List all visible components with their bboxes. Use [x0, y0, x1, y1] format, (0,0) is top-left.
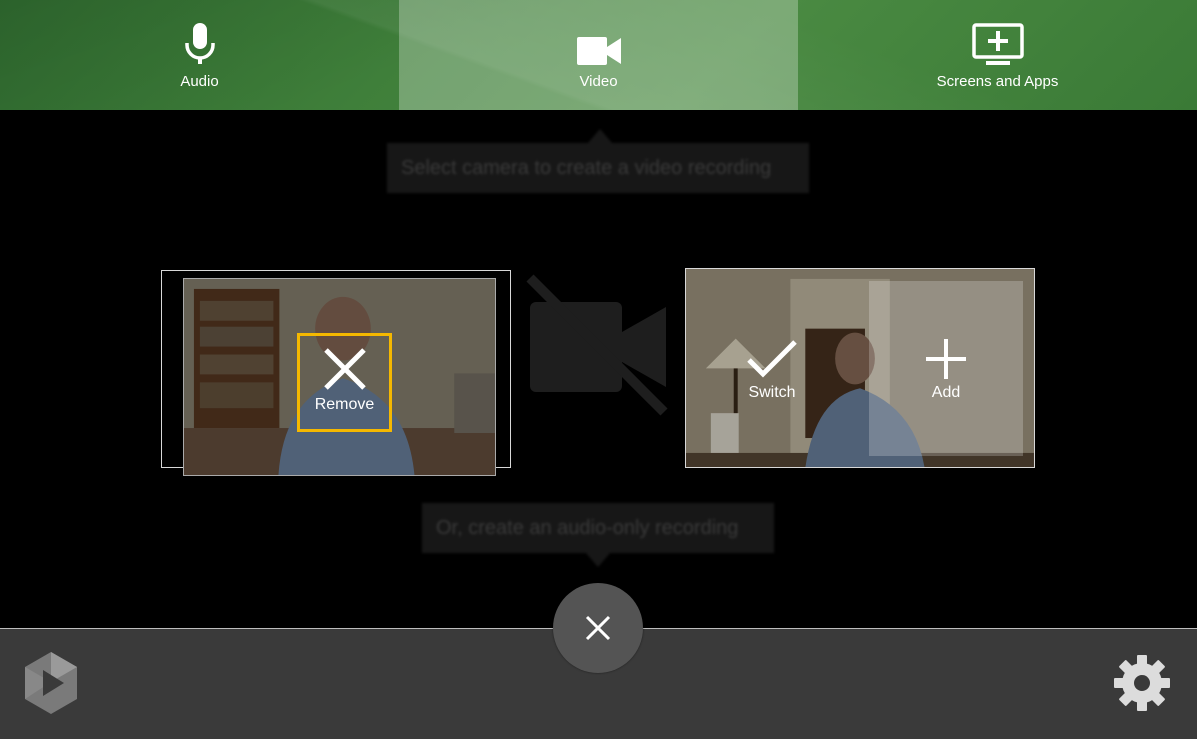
tab-video-label: Video [579, 73, 618, 90]
hint-audio-only: Or, create an audio-only recording [422, 503, 774, 567]
add-camera-button[interactable]: Add [908, 338, 984, 402]
source-tab-bar: Audio Video Screens and Apps [0, 0, 1197, 110]
tab-screens-and-apps[interactable]: Screens and Apps [798, 0, 1197, 110]
switch-label: Switch [748, 384, 796, 401]
tab-audio[interactable]: Audio [0, 0, 399, 110]
tab-video[interactable]: Video [399, 0, 798, 110]
tab-screens-label: Screens and Apps [936, 73, 1059, 90]
plus-icon [926, 339, 966, 379]
video-camera-icon [576, 21, 621, 67]
checkmark-icon [747, 340, 797, 378]
close-icon [323, 348, 366, 390]
remove-label: Remove [314, 396, 375, 413]
camera-off-icon [526, 274, 668, 416]
monitor-add-icon [971, 21, 1024, 67]
close-button[interactable] [553, 583, 643, 673]
microphone-icon [183, 21, 217, 67]
panopto-logo-icon [25, 652, 77, 714]
switch-camera-button[interactable]: Switch [735, 338, 809, 402]
settings-gear-icon[interactable] [1113, 654, 1171, 712]
tab-audio-label: Audio [180, 73, 219, 90]
remove-camera-button[interactable]: Remove [297, 333, 392, 432]
hint-select-camera: Select camera to create a video recordin… [387, 129, 809, 193]
add-label: Add [931, 384, 961, 401]
close-icon [585, 615, 611, 641]
